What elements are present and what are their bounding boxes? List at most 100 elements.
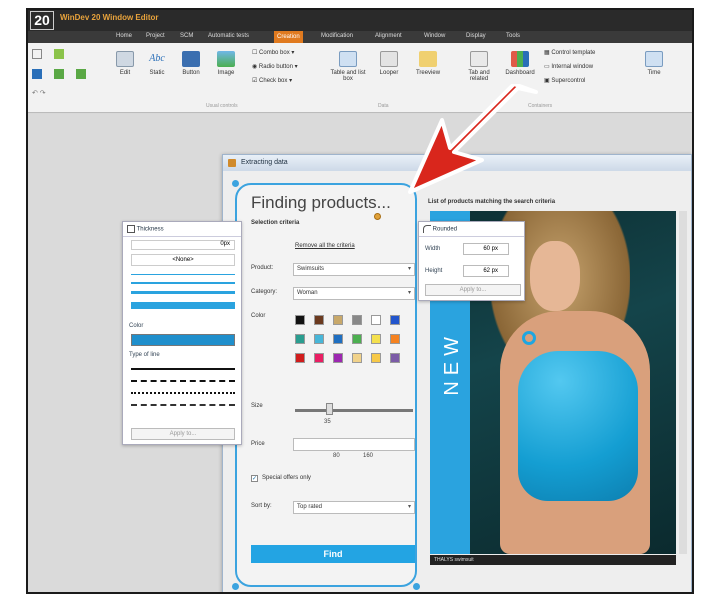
thickness-apply-button[interactable]: Apply to... [131,428,235,440]
button-button[interactable]: Button [179,51,203,76]
color-swatch[interactable] [314,353,324,363]
width-spinner[interactable]: 60 px [463,243,509,255]
sort-label: Sort by: [251,503,272,509]
color-swatch[interactable] [333,353,343,363]
internal-window-button[interactable]: ▭ Internal window [544,63,593,70]
supercontrol-button[interactable]: ▣ Supercontrol [544,77,585,84]
color-swatch[interactable] [295,315,305,325]
thickness-option-4[interactable] [131,302,235,309]
resize-handle[interactable] [232,180,239,187]
color-swatch[interactable] [371,353,381,363]
image-button[interactable]: Image [214,51,238,76]
window-title: Extracting data [241,159,288,166]
resize-handle[interactable] [232,583,239,590]
check-box-button[interactable]: ☑ Check box ▾ [252,77,292,84]
edit-button[interactable]: Edit [114,51,136,76]
color-swatch[interactable] [352,353,362,363]
menu-tools[interactable]: Tools [506,33,520,39]
color-swatch[interactable] [333,315,343,325]
height-spinner[interactable]: 62 px [463,265,509,277]
menu-project[interactable]: Project [146,33,165,39]
form-title: Finding products... [251,193,391,212]
table-label: Table and list box [330,70,366,82]
time-button[interactable]: Time [642,51,666,76]
line-type-solid[interactable] [131,368,235,370]
product-combo[interactable]: Swimsuits ▾ [293,263,415,276]
color-swatch[interactable] [371,315,381,325]
color-swatch[interactable] [295,353,305,363]
color-swatch[interactable] [352,315,362,325]
thickness-option-2[interactable] [131,282,235,284]
image-label: Image [217,70,235,76]
color-swatch[interactable] [390,315,400,325]
looper-button[interactable]: Looper [376,51,402,76]
color-swatch[interactable] [352,334,362,344]
menu-window[interactable]: Window [424,33,445,39]
thickness-panel: Thickness 0px <None> Color Type of line … [122,221,242,445]
category-combo[interactable]: Woman ▾ [293,287,415,300]
price-range-slider[interactable] [293,438,415,451]
thickness-option-1[interactable] [131,274,235,275]
ribbon: ↶ ↷ Edit Abc Static Button Image ☐ Combo … [28,43,692,113]
rounded-panel-title: Rounded [419,222,524,237]
color-label: Color [251,313,266,319]
line-type-dashed[interactable] [131,380,235,382]
price-max-value: 160 [363,453,374,459]
static-button[interactable]: Abc Static [145,51,169,76]
rounded-handle[interactable] [374,213,381,220]
color-swatch[interactable] [314,315,324,325]
menu-automatic-tests[interactable]: Automatic tests [208,33,249,39]
menu-alignment[interactable]: Alignment [375,33,402,39]
static-icon: Abc [149,53,165,64]
title-bar: 20 WinDev 20 Window Editor [28,10,692,31]
control-template-button[interactable]: ▦ Control template [544,49,595,56]
special-offers-label: Special offers only [262,475,311,481]
save-icon[interactable] [32,69,42,79]
new-icon[interactable] [32,49,42,59]
tab-icon [470,51,488,67]
menu-scm[interactable]: SCM [180,33,193,39]
add-icon[interactable] [54,49,64,59]
product-list-scrollbar[interactable] [679,211,687,554]
size-slider-track[interactable] [295,409,413,412]
run-icon[interactable] [76,69,86,79]
image-icon [217,51,235,67]
thickness-option-3[interactable] [131,291,235,294]
special-offers-checkbox[interactable]: ✓ [251,475,258,482]
treeview-label: Treeview [415,70,441,76]
sort-combo[interactable]: Top rated ▾ [293,501,415,514]
chevron-down-icon: ▾ [407,290,411,296]
rounded-apply-button[interactable]: Apply to... [425,284,521,296]
menu-modification[interactable]: Modification [321,33,353,39]
line-color-picker[interactable] [131,334,235,346]
menu-home[interactable]: Home [116,33,132,39]
menu-creation[interactable]: Creation [274,31,303,43]
editor-canvas[interactable]: Extracting data Finding products... Sele… [28,84,692,592]
treeview-button[interactable]: Treeview [412,51,444,76]
swimsuit-shape [518,351,638,501]
remove-criteria-link[interactable]: Remove all the criteria [295,243,355,249]
color-swatch[interactable] [390,334,400,344]
radio-button-button[interactable]: ◉ Radio button ▾ [252,63,298,70]
undo-icon[interactable]: ↶ ↷ [32,89,46,97]
tab-button[interactable]: Tab and related [462,51,496,82]
combo-box-button[interactable]: ☐ Combo box ▾ [252,49,294,56]
resize-handle[interactable] [413,583,420,590]
color-swatch[interactable] [333,334,343,344]
dashboard-button[interactable]: Dashboard [502,51,538,76]
line-type-dashdot[interactable] [131,404,235,406]
line-type-dotted[interactable] [131,392,235,394]
size-slider-knob[interactable] [326,403,333,415]
find-button[interactable]: Find [251,545,415,563]
test-icon[interactable] [54,69,64,79]
thickness-none-option[interactable]: <None> [131,254,235,266]
color-swatch[interactable] [295,334,305,344]
search-form[interactable]: Finding products... Selection criteria R… [232,180,420,590]
color-swatch[interactable] [314,334,324,344]
thickness-value-field[interactable]: 0px [131,240,235,250]
table-button[interactable]: Table and list box [330,51,366,82]
color-swatch[interactable] [390,353,400,363]
color-swatch[interactable] [371,334,381,344]
menu-display[interactable]: Display [466,33,486,39]
chevron-down-icon: ▾ [407,266,411,272]
